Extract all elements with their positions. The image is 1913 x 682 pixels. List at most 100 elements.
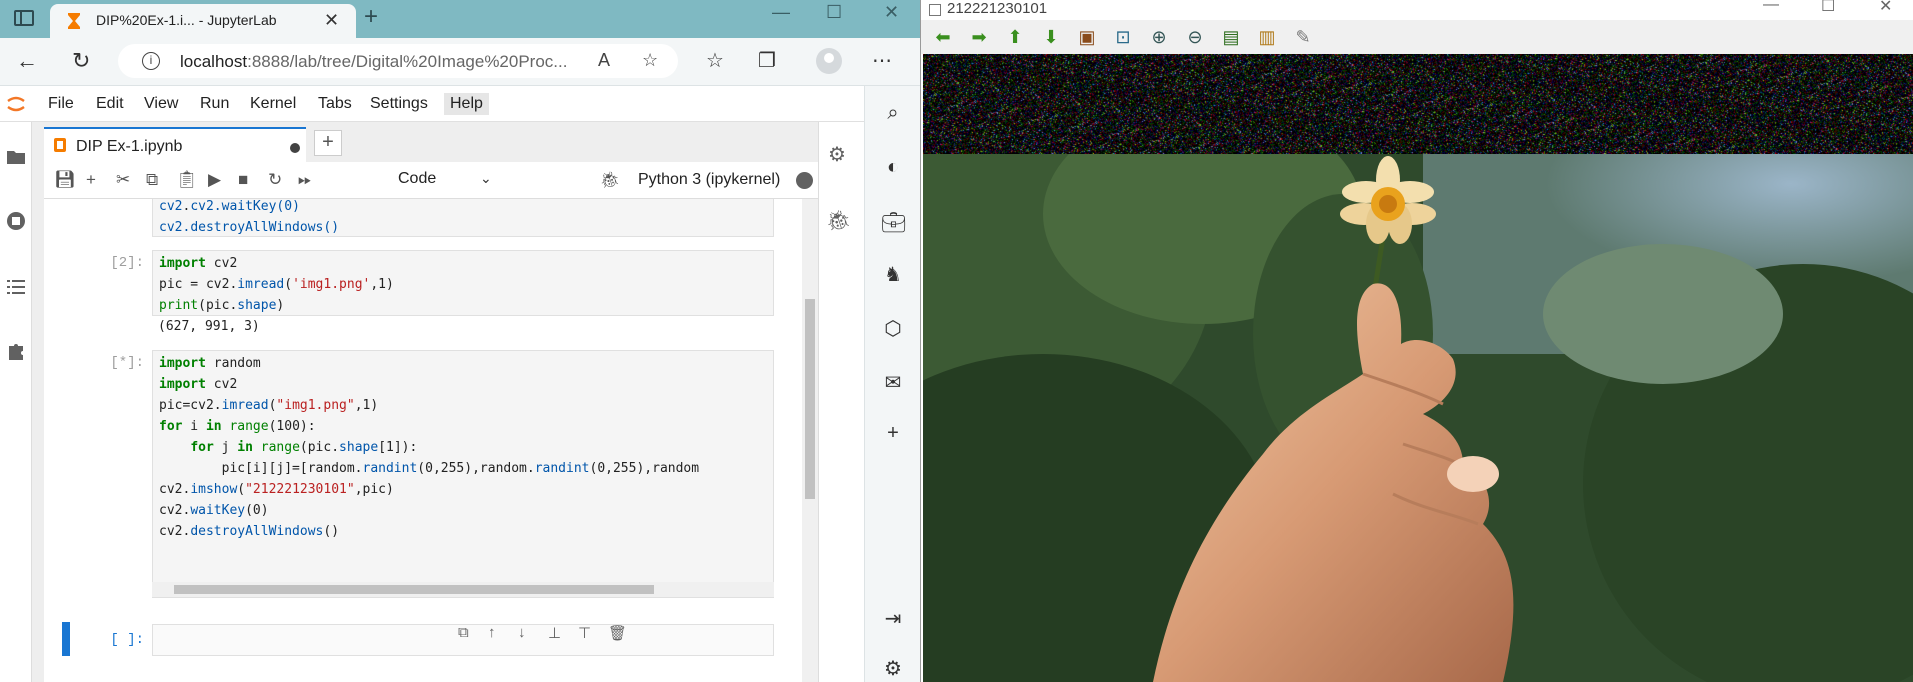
debugger-icon[interactable]: 🐞︎ xyxy=(826,208,851,232)
jupyter-menubar: File Edit View Run Kernel Tabs Settings … xyxy=(0,86,920,122)
tab-strip: DIP%20Ex-1.i... - JupyterLab ✕ + — ☐ ✕ xyxy=(0,0,920,38)
delete-cell-icon[interactable]: 🗑︎ xyxy=(608,624,627,642)
save-image-icon[interactable]: ▤ xyxy=(1221,27,1241,47)
fast-forward-icon[interactable]: ⏩︎ xyxy=(298,170,312,190)
pan-down-icon[interactable]: ⬇ xyxy=(1041,27,1061,47)
menu-settings[interactable]: Settings xyxy=(368,95,430,113)
copy-clipboard-icon[interactable]: ▥ xyxy=(1257,27,1277,47)
menu-run[interactable]: Run xyxy=(198,95,231,113)
add-favorite-icon[interactable]: ☆ xyxy=(642,50,658,71)
pan-up-icon[interactable]: ⬆ xyxy=(1005,27,1025,47)
outlook-icon[interactable]: ✉ xyxy=(881,370,905,394)
extensions-icon[interactable] xyxy=(5,340,27,362)
close-window-icon[interactable]: ✕ xyxy=(884,2,899,23)
back-arrow-icon[interactable]: ← xyxy=(16,48,38,74)
new-launcher-button[interactable]: + xyxy=(314,130,342,156)
menu-view[interactable]: View xyxy=(142,95,180,113)
insert-cell-icon[interactable]: + xyxy=(86,170,96,190)
url-box[interactable]: i localhost:8888/lab/tree/Digital%20Imag… xyxy=(118,44,678,78)
property-inspector-icon[interactable]: ⚙ xyxy=(826,142,848,166)
zoom-in-icon[interactable]: ⊕ xyxy=(1149,27,1169,47)
duplicate-cell-icon[interactable]: ⧉ xyxy=(458,624,469,641)
menu-help[interactable]: Help xyxy=(444,93,489,115)
move-down-icon[interactable]: ↓ xyxy=(518,624,526,641)
tools-briefcase-icon[interactable]: 💼︎ xyxy=(881,210,906,234)
read-aloud-icon[interactable]: A xyxy=(598,50,610,71)
pan-right-icon[interactable]: ➡ xyxy=(969,27,989,47)
maximize-icon[interactable]: ☐ xyxy=(826,2,842,23)
notebook-toolbar: 💾︎ + ✂ ⧉ 📋︎ ▶ ■ ↻ ⏩︎ Code ⌄ 🐞︎ Python 3 … xyxy=(44,162,820,199)
cell-prompt: [2]: xyxy=(110,255,144,271)
flower-in-hand-photo xyxy=(923,154,1913,682)
run-icon[interactable]: ▶ xyxy=(208,170,221,190)
browser-tab-jupyterlab[interactable]: DIP%20Ex-1.i... - JupyterLab ✕ xyxy=(50,4,356,38)
insert-above-icon[interactable]: ⊥ xyxy=(548,624,561,642)
close-window-icon[interactable]: ✕ xyxy=(1879,0,1892,16)
zoom-fit-icon[interactable]: ⊡ xyxy=(1113,27,1133,47)
bing-chat-icon[interactable]: ◐ xyxy=(881,156,905,180)
minimize-icon[interactable]: — xyxy=(1763,0,1779,14)
zoom-out-icon[interactable]: ⊖ xyxy=(1185,27,1205,47)
paste-icon[interactable]: 📋︎ xyxy=(176,170,198,190)
folder-icon[interactable] xyxy=(5,146,27,168)
tab-title: DIP%20Ex-1.i... - JupyterLab xyxy=(96,12,277,28)
vertical-scrollbar[interactable] xyxy=(802,199,818,682)
minimize-icon[interactable]: — xyxy=(772,2,790,23)
insert-below-icon[interactable]: ⊤ xyxy=(578,624,591,642)
properties-brush-icon[interactable]: ✎ xyxy=(1293,27,1313,47)
scroll-thumb[interactable] xyxy=(174,585,654,594)
collections-icon[interactable]: ❐ xyxy=(758,48,776,73)
cut-icon[interactable]: ✂ xyxy=(116,170,130,190)
opencv-toolbar: ⬅ ➡ ⬆ ⬇ ▣ ⊡ ⊕ ⊖ ▤ ▥ ✎ xyxy=(921,20,1913,54)
close-tab-icon[interactable]: ✕ xyxy=(324,10,339,31)
notebook-tab-title: DIP Ex-1.ipynb xyxy=(76,138,183,155)
code-cell-input[interactable]: cv2.cv2.waitKey(0) cv2.destroyAllWindows… xyxy=(152,199,774,237)
unsaved-dot-icon[interactable] xyxy=(290,143,300,153)
chevron-down-icon: ⌄ xyxy=(480,170,492,186)
edge-sidebar: ⌕ ◐ 💼︎ ♞ ⬡ ✉ + ⇥ ⚙ xyxy=(864,86,920,682)
refresh-icon[interactable]: ↻ xyxy=(72,48,90,74)
notebook-icon xyxy=(54,138,66,152)
random-noise-rows xyxy=(923,54,1913,154)
cell-output: (627, 991, 3) xyxy=(158,319,260,334)
maximize-icon[interactable]: ☐ xyxy=(1821,0,1835,16)
code-cell-input[interactable]: import random import cv2 pic=cv2.imread(… xyxy=(152,350,774,598)
menu-kernel[interactable]: Kernel xyxy=(248,95,298,113)
notebook-doc-tab[interactable]: DIP Ex-1.ipynb xyxy=(44,127,306,163)
tab-actions-icon[interactable] xyxy=(14,10,34,26)
horizontal-scrollbar[interactable] xyxy=(152,582,774,597)
displayed-image[interactable] xyxy=(923,54,1913,682)
add-sidebar-app-icon[interactable]: + xyxy=(881,422,905,446)
notebook-panel: DIP Ex-1.ipynb + 💾︎ + ✂ ⧉ 📋︎ ▶ ■ ↻ ⏩︎ Co… xyxy=(32,122,820,682)
notebook-cells[interactable]: cv2.cv2.waitKey(0) cv2.destroyAllWindows… xyxy=(44,199,820,682)
url-text[interactable]: localhost:8888/lab/tree/Digital%20Image%… xyxy=(180,52,567,72)
menu-tabs[interactable]: Tabs xyxy=(316,95,354,113)
settings-gear-icon[interactable]: ⚙ xyxy=(881,656,905,680)
info-icon[interactable]: i xyxy=(142,52,160,70)
microsoft-365-icon[interactable]: ⬡ xyxy=(881,316,905,340)
menu-edit[interactable]: Edit xyxy=(94,95,126,113)
code-cell-input[interactable]: import cv2 pic = cv2.imread('img1.png',1… xyxy=(152,250,774,316)
favorites-icon[interactable]: ☆ xyxy=(706,48,724,73)
games-icon[interactable]: ♞ xyxy=(881,262,905,286)
scroll-thumb[interactable] xyxy=(805,299,815,499)
cell-type-select[interactable]: Code ⌄ xyxy=(398,170,498,188)
stop-icon[interactable]: ■ xyxy=(238,170,248,190)
debugger-icon[interactable]: 🐞︎ xyxy=(600,170,620,190)
move-up-icon[interactable]: ↑ xyxy=(488,624,496,641)
save-icon[interactable]: 💾︎ xyxy=(54,170,76,190)
copy-icon[interactable]: ⧉ xyxy=(146,170,158,190)
pan-left-icon[interactable]: ⬅ xyxy=(933,27,953,47)
table-of-contents-icon[interactable] xyxy=(5,276,27,298)
more-menu-icon[interactable]: ⋯ xyxy=(872,48,892,73)
menu-file[interactable]: File xyxy=(46,95,76,113)
restart-icon[interactable]: ↻ xyxy=(268,170,282,190)
zoom-original-icon[interactable]: ▣ xyxy=(1077,27,1097,47)
hide-sidebar-icon[interactable]: ⇥ xyxy=(881,606,905,630)
running-kernels-icon[interactable] xyxy=(5,210,27,232)
kernel-name[interactable]: Python 3 (ipykernel) xyxy=(638,171,780,189)
jupyter-right-sidebar: ⚙ 🐞︎ xyxy=(818,122,854,682)
search-icon[interactable]: ⌕ xyxy=(881,102,905,126)
new-tab-button[interactable]: + xyxy=(364,3,378,31)
profile-avatar[interactable] xyxy=(816,48,842,74)
